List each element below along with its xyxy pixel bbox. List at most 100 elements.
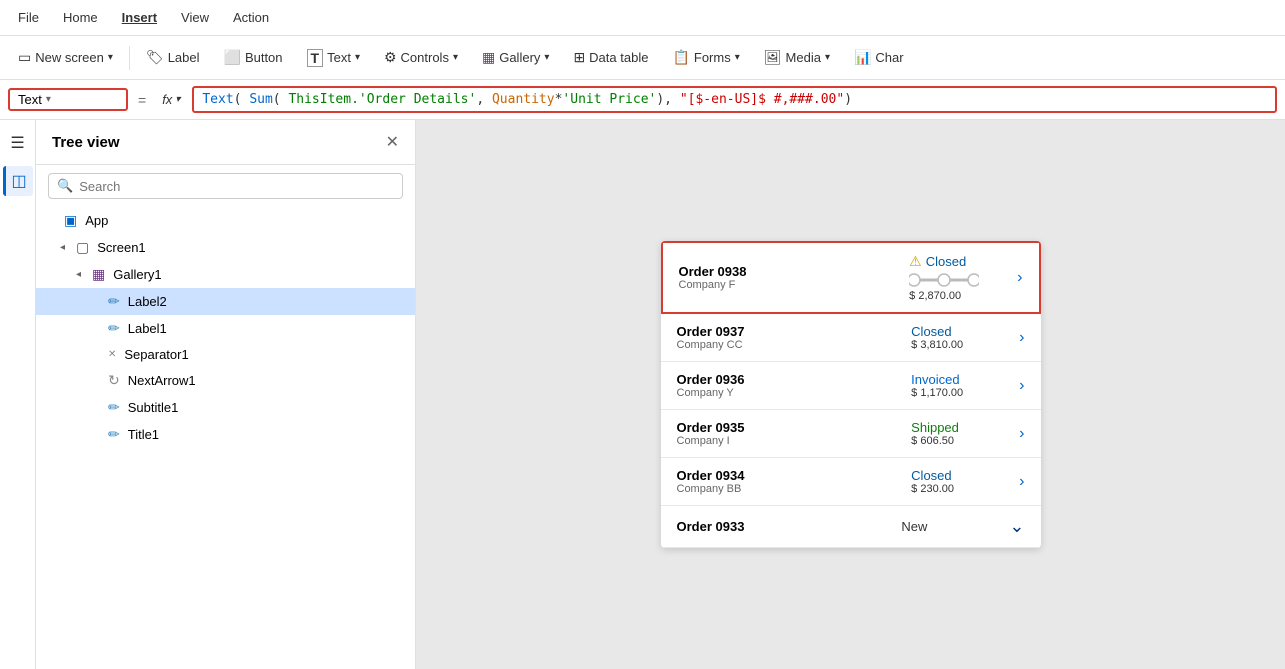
text-btn-label: Text bbox=[327, 50, 351, 65]
tree-item-app[interactable]: ▣ App bbox=[36, 207, 415, 234]
order-status-col-0936: Invoiced $ 1,170.00 bbox=[911, 372, 1011, 399]
tree-item-label1[interactable]: ✏ Label1 bbox=[36, 315, 415, 342]
gallery-item-icon: ▦ bbox=[92, 266, 105, 283]
search-input[interactable] bbox=[79, 179, 394, 194]
order-row-0935[interactable]: Order 0935 Company I Shipped $ 606.50 › bbox=[661, 410, 1041, 458]
order-arrow-0936: › bbox=[1019, 377, 1024, 395]
order-slider-0938[interactable] bbox=[909, 270, 999, 290]
formula-order-details: 'Order Details' bbox=[359, 92, 476, 107]
gallery-button[interactable]: ▦ Gallery ▾ bbox=[472, 45, 559, 70]
formula-selector[interactable]: Text ▾ bbox=[8, 88, 128, 111]
datatable-icon: ⊞ bbox=[573, 49, 585, 66]
media-btn-label: Media bbox=[786, 50, 821, 65]
order-arrow-0938: › bbox=[1017, 269, 1022, 287]
formula-bar: Text ▾ = fx ▾ Text( Sum( ThisItem.'Order… bbox=[0, 80, 1285, 120]
new-screen-label: New screen bbox=[35, 50, 104, 65]
order-status-label-0936: Invoiced bbox=[911, 372, 959, 387]
order-info-0935: Order 0935 Company I bbox=[677, 420, 904, 447]
hamburger-icon: ☰ bbox=[10, 133, 24, 153]
controls-button[interactable]: ⚙ Controls ▾ bbox=[374, 45, 468, 70]
tree-separator1-label: Separator1 bbox=[124, 347, 188, 362]
menubar: File Home Insert View Action bbox=[0, 0, 1285, 36]
formula-fx-icon: fx bbox=[162, 92, 172, 107]
tree-search-container[interactable]: 🔍 bbox=[48, 173, 403, 199]
gallery-chevron: ▾ bbox=[544, 52, 549, 63]
formula-input[interactable]: Text( Sum( ThisItem.'Order Details', Qua… bbox=[192, 86, 1277, 113]
label1-icon: ✏ bbox=[108, 320, 120, 337]
tree-panel: Tree view ✕ 🔍 ▣ App ◂ ▢ Screen1 ◂ ▦ bbox=[36, 120, 416, 669]
label-btn-label: Label bbox=[168, 50, 200, 65]
order-info-0933: Order 0933 bbox=[677, 519, 894, 534]
text-button[interactable]: T Text ▾ bbox=[297, 45, 370, 71]
main-layout: ☰ ◫ Tree view ✕ 🔍 ▣ App ◂ ▢ Scre bbox=[0, 120, 1285, 669]
menubar-item-home[interactable]: Home bbox=[53, 6, 108, 29]
tree-item-screen1[interactable]: ◂ ▢ Screen1 bbox=[36, 234, 415, 261]
formula-quantity: Quantity bbox=[492, 92, 555, 107]
chart-btn-label: Char bbox=[875, 50, 903, 65]
order-row-0934[interactable]: Order 0934 Company BB Closed $ 230.00 › bbox=[661, 458, 1041, 506]
new-screen-button[interactable]: ▭ New screen ▾ bbox=[8, 45, 123, 70]
order-status-col-0933: New bbox=[901, 519, 1001, 534]
order-info-0938: Order 0938 Company F bbox=[679, 264, 902, 291]
datatable-btn-label: Data table bbox=[589, 50, 648, 65]
order-row-0936[interactable]: Order 0936 Company Y Invoiced $ 1,170.00… bbox=[661, 362, 1041, 410]
tree-item-subtitle1[interactable]: ✏ Subtitle1 bbox=[36, 394, 415, 421]
expand-screen1: ◂ bbox=[60, 242, 72, 253]
chart-button[interactable]: 📊 Char bbox=[844, 45, 914, 70]
formula-fx-button[interactable]: fx ▾ bbox=[156, 90, 186, 109]
data-table-button[interactable]: ⊞ Data table bbox=[563, 45, 658, 70]
tree-items: ▣ App ◂ ▢ Screen1 ◂ ▦ Gallery1 ✏ Label2 bbox=[36, 207, 415, 669]
gallery-btn-label: Gallery bbox=[499, 50, 540, 65]
subtitle1-icon: ✏ bbox=[108, 399, 120, 416]
sidebar-icons: ☰ ◫ bbox=[0, 120, 36, 669]
tree-item-title1[interactable]: ✏ Title1 bbox=[36, 421, 415, 448]
tree-item-label2[interactable]: ✏ Label2 bbox=[36, 288, 415, 315]
order-row-0933[interactable]: Order 0933 New ⌄ bbox=[661, 506, 1041, 548]
formula-format-string: "[$-en-US]$ #,###.00" bbox=[680, 92, 844, 107]
screen-icon: ▢ bbox=[76, 239, 89, 256]
order-status-col-0934: Closed $ 230.00 bbox=[911, 468, 1011, 495]
title1-icon: ✏ bbox=[108, 426, 120, 443]
tree-close-button[interactable]: ✕ bbox=[386, 132, 399, 152]
tree-title: Tree view bbox=[52, 134, 120, 151]
menubar-item-file[interactable]: File bbox=[8, 6, 49, 29]
label-button[interactable]: 🏷 Label bbox=[136, 45, 210, 70]
controls-icon: ⚙ bbox=[384, 49, 397, 66]
warning-icon-0938: ⚠ bbox=[909, 253, 922, 270]
formula-paren3: ) bbox=[656, 92, 664, 107]
controls-chevron: ▾ bbox=[453, 52, 458, 63]
order-status-col-0938: ⚠ Closed $ 2,870.00 bbox=[909, 253, 1009, 302]
nextarrow1-icon: ↻ bbox=[108, 372, 120, 389]
formula-space4 bbox=[672, 92, 680, 107]
order-id-0934: Order 0934 bbox=[677, 468, 904, 483]
tree-item-separator1[interactable]: ✕ Separator1 bbox=[36, 342, 415, 367]
layers-button[interactable]: ◫ bbox=[3, 166, 33, 196]
order-info-0936: Order 0936 Company Y bbox=[677, 372, 904, 399]
forms-btn-label: Forms bbox=[694, 50, 731, 65]
order-arrow-0935: › bbox=[1019, 425, 1024, 443]
menubar-item-insert[interactable]: Insert bbox=[112, 6, 167, 29]
media-button[interactable]: 🖼 Media ▾ bbox=[754, 45, 840, 70]
order-company-0934: Company BB bbox=[677, 483, 904, 495]
menubar-item-view[interactable]: View bbox=[171, 6, 219, 29]
button-button[interactable]: ⬜ Button bbox=[214, 45, 293, 70]
order-info-0937: Order 0937 Company CC bbox=[677, 324, 904, 351]
search-icon: 🔍 bbox=[57, 178, 73, 194]
order-id-0936: Order 0936 bbox=[677, 372, 904, 387]
order-row-0938[interactable]: Order 0938 Company F ⚠ Closed bbox=[661, 241, 1041, 314]
tree-screen1-label: Screen1 bbox=[97, 240, 145, 255]
tree-title1-label: Title1 bbox=[128, 427, 159, 442]
order-info-0934: Order 0934 Company BB bbox=[677, 468, 904, 495]
order-card: Order 0938 Company F ⚠ Closed bbox=[661, 241, 1041, 548]
forms-button[interactable]: 📋 Forms ▾ bbox=[662, 45, 749, 70]
order-status-label-0933: New bbox=[901, 519, 927, 534]
tree-item-gallery1[interactable]: ◂ ▦ Gallery1 bbox=[36, 261, 415, 288]
hamburger-menu-button[interactable]: ☰ bbox=[3, 128, 33, 158]
formula-selector-label: Text bbox=[18, 92, 42, 107]
order-row-0937[interactable]: Order 0937 Company CC Closed $ 3,810.00 … bbox=[661, 314, 1041, 362]
formula-space1 bbox=[241, 92, 249, 107]
order-id-0933: Order 0933 bbox=[677, 519, 894, 534]
canvas-area: Order 0938 Company F ⚠ Closed bbox=[416, 120, 1285, 669]
menubar-item-action[interactable]: Action bbox=[223, 6, 279, 29]
tree-item-nextarrow1[interactable]: ↻ NextArrow1 bbox=[36, 367, 415, 394]
